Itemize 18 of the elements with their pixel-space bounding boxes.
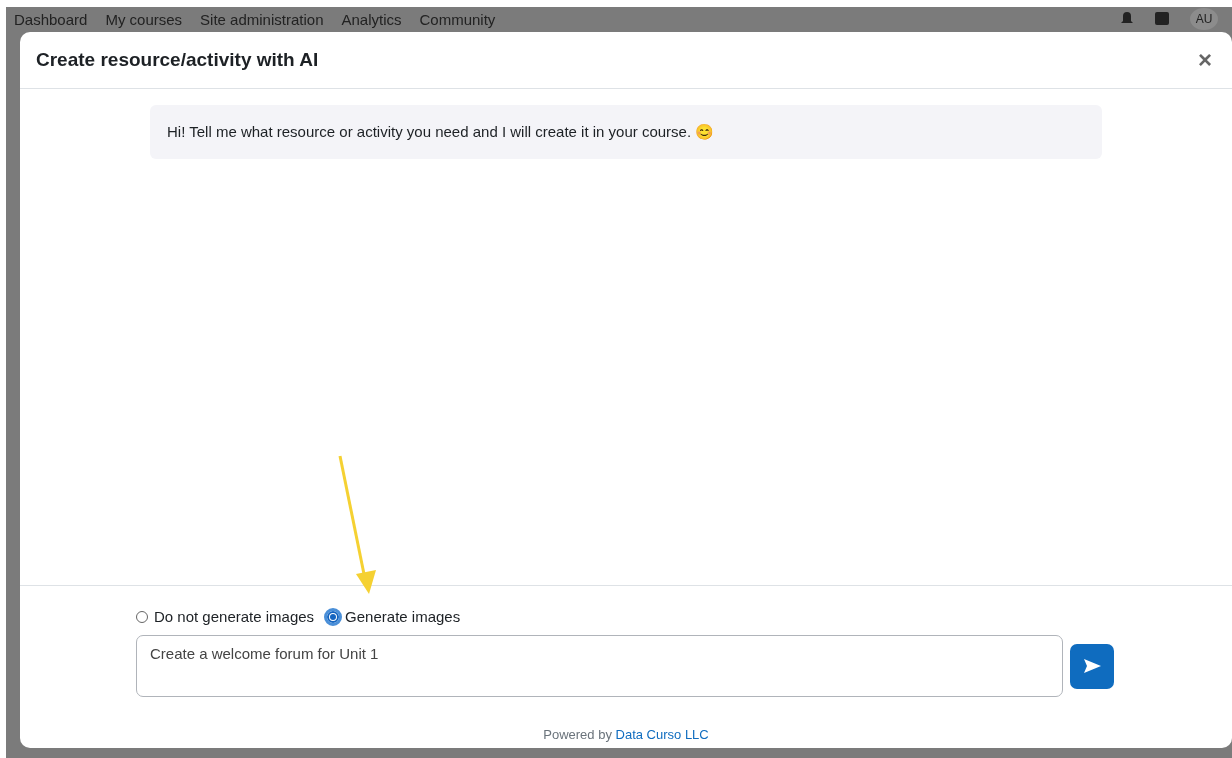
close-button[interactable]: × <box>1194 48 1216 72</box>
radio-label[interactable]: Do not generate images <box>154 608 315 625</box>
radio-button[interactable] <box>136 610 148 623</box>
powered-by-text: Powered by <box>543 727 613 742</box>
send-button[interactable] <box>1070 643 1114 689</box>
prompt-input[interactable]: Create a welcome forum for Unit 1 <box>136 635 1063 697</box>
nav-link[interactable]: Community <box>419 10 496 28</box>
send-icon <box>1083 659 1101 673</box>
radio-label[interactable]: Generate images <box>345 608 461 625</box>
radio-button[interactable] <box>327 610 340 623</box>
nav-link[interactable]: Dashboard <box>14 10 88 28</box>
company-link[interactable]: Data Curso LLC <box>615 727 709 742</box>
nav-link[interactable]: My courses <box>105 10 183 28</box>
chat-message: Hi! Tell me what resource or activity you need and I will create it in your course. 😊 <box>150 105 1102 159</box>
nav-link[interactable]: Analytics <box>341 10 402 28</box>
nav-link[interactable]: Site administration <box>200 10 324 28</box>
dialog-title: Create resource/activity with AI <box>36 49 319 71</box>
user-avatar[interactable]: AU <box>1190 8 1218 30</box>
